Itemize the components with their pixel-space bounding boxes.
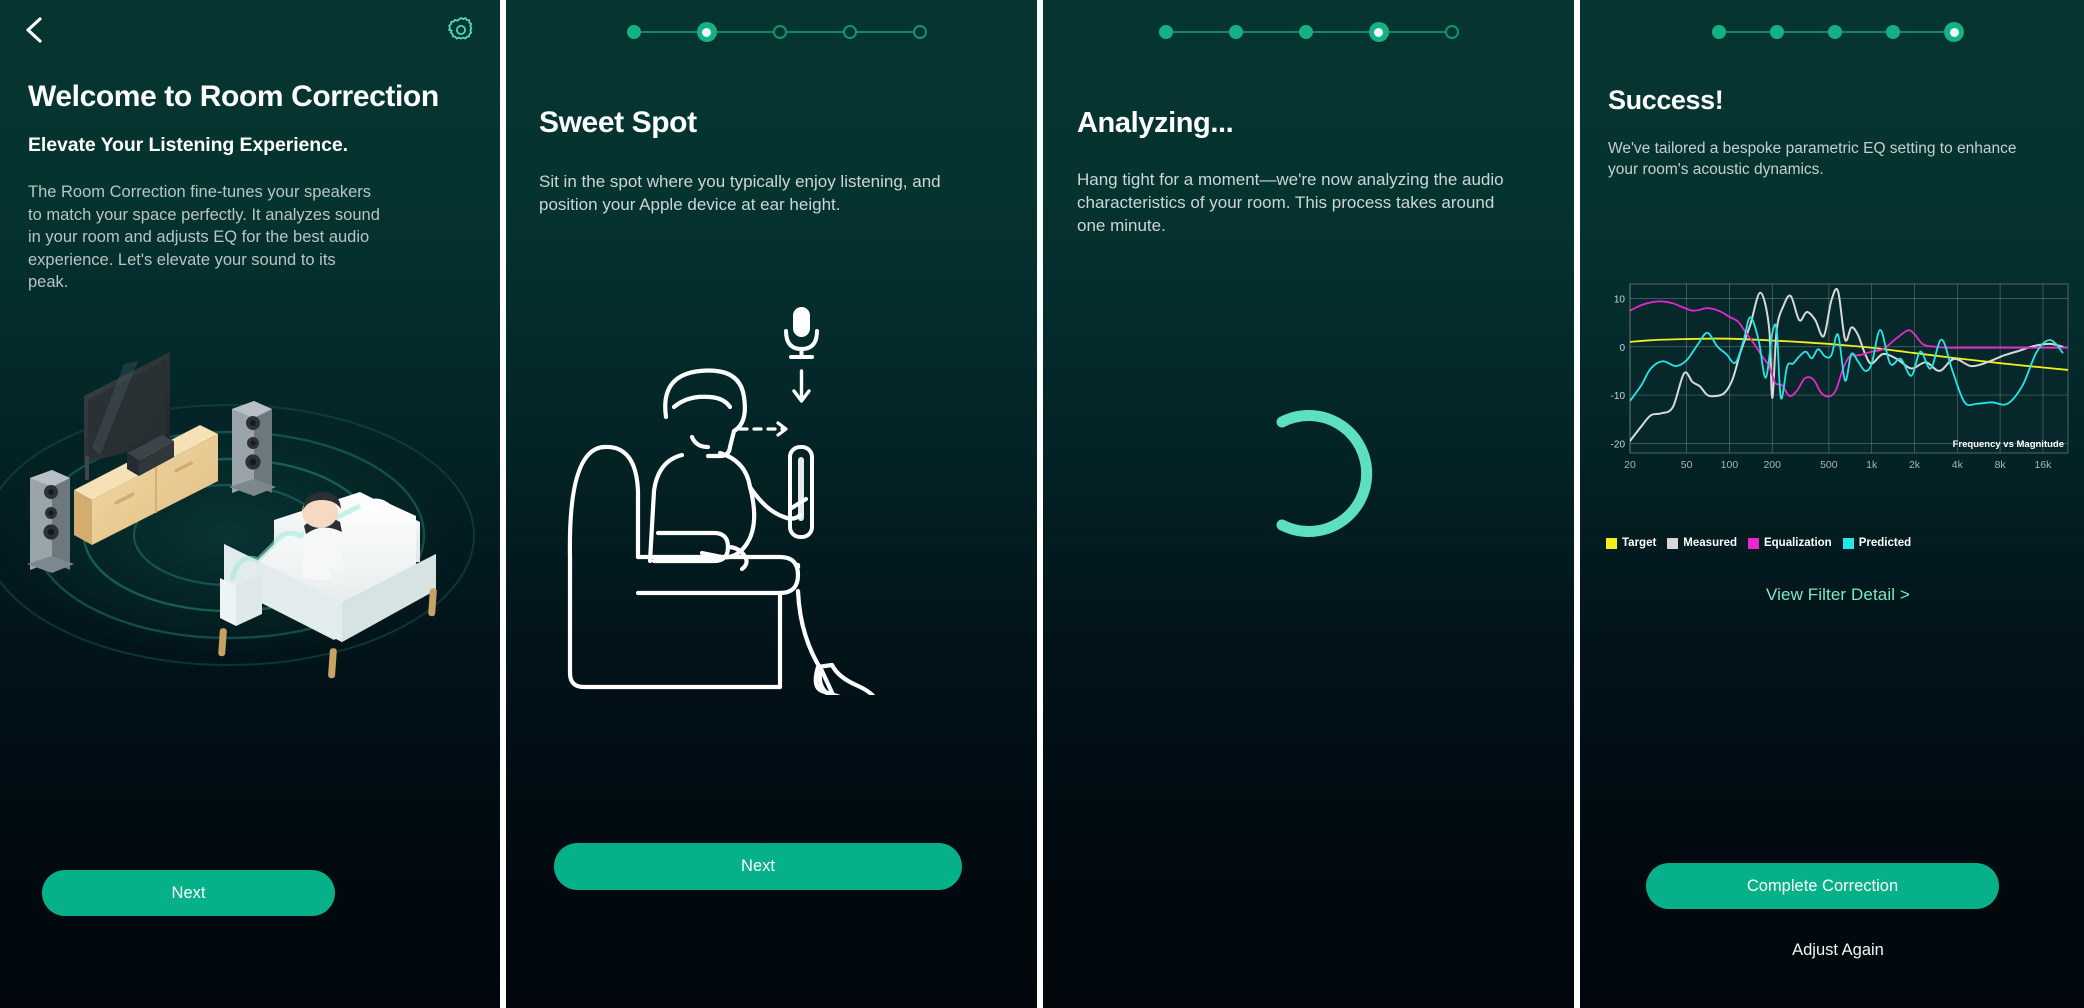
page-body: The Room Correction fine-tunes your spea… — [28, 183, 380, 291]
step-dot-5[interactable] — [912, 25, 927, 39]
step-line-2 — [716, 31, 773, 33]
step-line-3 — [786, 31, 843, 33]
step-line-2 — [1242, 31, 1299, 33]
legend-label: Equalization — [1763, 537, 1832, 549]
legend-label: Measured — [1683, 537, 1737, 549]
step-line-4 — [856, 31, 913, 33]
step-indicator-success — [1580, 22, 2084, 42]
step-line-1 — [1172, 31, 1229, 33]
svg-text:200: 200 — [1763, 459, 1781, 471]
svg-text:Frequency vs Magnitude: Frequency vs Magnitude — [1953, 439, 2064, 450]
view-filter-detail-link[interactable]: View Filter Detail > — [1580, 585, 2084, 605]
legend-item: Target — [1606, 537, 1656, 549]
svg-text:10: 10 — [1614, 294, 1626, 305]
svg-text:20: 20 — [1624, 459, 1636, 471]
step-dot-1[interactable] — [1158, 25, 1173, 39]
page-title: Sweet Spot — [539, 106, 697, 139]
legend-item: Measured — [1667, 537, 1737, 549]
step-dot-3[interactable] — [772, 25, 787, 39]
legend-swatch-icon — [1842, 537, 1854, 549]
step-line-4 — [1900, 31, 1944, 33]
room-correction-onboarding: Welcome to Room Correction Elevate Your … — [0, 0, 2084, 1008]
svg-text:8k: 8k — [1995, 459, 2007, 471]
isometric-living-room-illustration — [0, 352, 479, 679]
legend-item: Predicted — [1842, 537, 1912, 549]
phone-icon — [787, 445, 814, 539]
legend-swatch-icon — [1747, 537, 1759, 549]
step-line-1 — [1726, 31, 1770, 33]
page-subtitle: Elevate Your Listening Experience. — [28, 134, 348, 156]
svg-text:100: 100 — [1721, 459, 1739, 471]
next-button[interactable]: Next — [554, 843, 962, 890]
legend-item: Equalization — [1747, 537, 1832, 549]
step-line-2 — [1784, 31, 1828, 33]
step-line-1 — [640, 31, 697, 33]
ear-height-guide-icon — [737, 421, 788, 437]
page-body: Sit in the spot where you typically enjo… — [539, 172, 941, 214]
svg-text:2k: 2k — [1909, 459, 1921, 471]
right-speaker — [229, 401, 276, 496]
step-line-4 — [1388, 31, 1445, 33]
step-dot-3[interactable] — [1828, 25, 1842, 39]
panel-welcome-content: Welcome to Room Correction Elevate Your … — [0, 78, 500, 294]
page-title: Success! — [1608, 85, 1724, 115]
svg-text:-20: -20 — [1611, 439, 1626, 450]
panel-sweet-spot-content: Sweet Spot Sit in the spot where you typ… — [506, 104, 1037, 216]
panel-welcome: Welcome to Room Correction Elevate Your … — [0, 0, 500, 1008]
step-dot-4[interactable] — [1368, 22, 1389, 42]
page-title: Welcome to Room Correction — [28, 80, 439, 113]
legend-label: Target — [1622, 537, 1657, 549]
step-indicator-sweet-spot — [506, 22, 1037, 42]
legend-swatch-icon — [1606, 537, 1617, 549]
svg-text:16k: 16k — [2034, 459, 2052, 471]
step-dot-4[interactable] — [1886, 25, 1900, 39]
back-icon[interactable] — [18, 13, 52, 47]
step-dot-2[interactable] — [1770, 25, 1784, 39]
svg-text:-10: -10 — [1611, 391, 1626, 402]
page-title: Analyzing... — [1077, 107, 1234, 139]
complete-correction-button[interactable]: Complete Correction — [1646, 863, 1999, 909]
loading-spinner-wrap — [1043, 406, 1574, 541]
svg-text:4k: 4k — [1952, 459, 1964, 471]
step-dot-4[interactable] — [842, 25, 857, 39]
step-dot-5[interactable] — [1444, 25, 1459, 39]
chart-legend: Target Measured Equalization Predicted — [1606, 537, 1911, 549]
step-dot-2[interactable] — [1228, 25, 1243, 39]
next-button[interactable]: Next — [42, 870, 335, 916]
svg-text:0: 0 — [1619, 343, 1625, 354]
seated-listening-illustration — [567, 307, 875, 695]
page-body: We've tailored a bespoke parametric EQ s… — [1608, 140, 2017, 178]
step-line-3 — [1312, 31, 1369, 33]
svg-text:500: 500 — [1820, 459, 1838, 471]
seated-person — [302, 492, 347, 586]
frequency-response-chart: 100-10-2020 50 100 200 500 1k 2k 4k 8k 16kFrequen… — [1611, 283, 2069, 471]
panel-success-content: Success! We've tailored a bespoke parame… — [1580, 82, 2084, 180]
step-dot-1[interactable] — [626, 25, 641, 39]
step-dot-1[interactable] — [1712, 25, 1726, 39]
panel-analyzing-content: Analyzing... Hang tight for a moment—we'… — [1043, 104, 1574, 237]
step-indicator-analyzing — [1043, 22, 1574, 42]
svg-text:1k: 1k — [1866, 459, 1878, 471]
legend-label: Predicted — [1858, 537, 1912, 549]
adjust-again-link[interactable]: Adjust Again — [1580, 941, 2084, 960]
loading-spinner-icon — [1276, 410, 1373, 537]
svg-text:50: 50 — [1681, 459, 1693, 471]
panel-welcome-topbar — [0, 0, 500, 60]
step-dot-5[interactable] — [1944, 22, 1964, 42]
panel-sweet-spot: Sweet Spot Sit in the spot where you typ… — [506, 0, 1037, 1008]
step-line-3 — [1842, 31, 1886, 33]
gear-icon[interactable] — [446, 15, 476, 45]
legend-swatch-icon — [1667, 537, 1679, 549]
left-speaker — [27, 470, 74, 573]
down-arrow-icon — [791, 369, 811, 403]
panel-success: Success! We've tailored a bespoke parame… — [1580, 0, 2084, 1008]
microphone-icon — [783, 307, 819, 359]
step-dot-3[interactable] — [1298, 25, 1313, 39]
step-dot-2[interactable] — [696, 22, 717, 42]
page-body: Hang tight for a moment—we're now analyz… — [1077, 170, 1504, 235]
panel-analyzing: Analyzing... Hang tight for a moment—we'… — [1043, 0, 1574, 1008]
